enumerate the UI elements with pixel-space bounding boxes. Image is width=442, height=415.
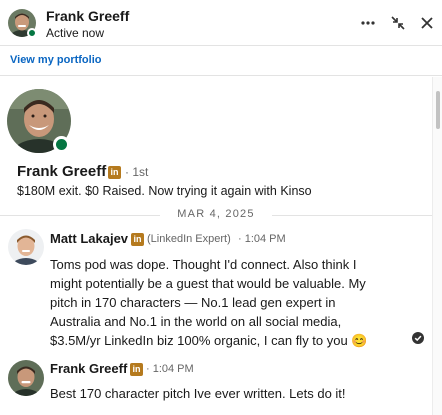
chat-header: Frank Greeff Active now xyxy=(0,0,442,46)
sender-badge: (LinkedIn Expert) xyxy=(147,233,231,245)
message-line: pitch in 170 characters — No.1 lead gen … xyxy=(50,295,336,310)
scrollbar[interactable] xyxy=(432,77,442,415)
sender-name[interactable]: Frank Greeff xyxy=(50,361,127,376)
header-avatar[interactable] xyxy=(8,9,37,38)
sender-avatar[interactable] xyxy=(8,360,44,396)
header-status: Active now xyxy=(46,26,105,40)
linkedin-premium-icon: in xyxy=(130,363,143,376)
more-options-button[interactable] xyxy=(358,13,378,33)
message-line: Best 170 character pitch Ive ever writte… xyxy=(50,386,346,401)
message-line: Australia and No.1 in the world on all s… xyxy=(50,314,342,329)
divider-line-left xyxy=(0,215,160,216)
message-time: · 1:04 PM xyxy=(238,233,286,245)
message-body: Best 170 character pitch Ive ever writte… xyxy=(50,384,346,403)
linkedin-premium-icon: in xyxy=(131,233,144,246)
view-portfolio-link[interactable]: View my portfolio xyxy=(10,54,101,66)
divider-line-right xyxy=(272,215,432,216)
close-button[interactable] xyxy=(417,13,437,33)
message-body: Toms pod was dope. Thought I'd connect. … xyxy=(50,255,368,350)
date-divider: MAR 4, 2025 xyxy=(160,208,272,220)
profile-name[interactable]: Frank Greeff xyxy=(17,163,106,180)
close-icon xyxy=(421,17,433,29)
read-receipt-icon xyxy=(412,332,424,344)
sender-name[interactable]: Matt Lakajev xyxy=(50,231,128,246)
message-line: $3.5M/yr LinkedIn biz 100% organic, I ca… xyxy=(50,333,368,348)
linkedin-premium-icon: in xyxy=(108,166,121,179)
ellipsis-icon xyxy=(361,21,375,25)
header-name[interactable]: Frank Greeff xyxy=(46,8,129,24)
profile-avatar[interactable] xyxy=(7,89,71,153)
profile-headline: $180M exit. $0 Raised. Now trying it aga… xyxy=(17,184,312,198)
minimize-button[interactable] xyxy=(388,13,408,33)
portfolio-bar: View my portfolio xyxy=(0,46,442,76)
online-status-dot xyxy=(27,28,37,38)
message-time: · 1:04 PM xyxy=(146,363,194,375)
connection-degree: · 1st xyxy=(125,165,149,179)
collapse-arrows-icon xyxy=(391,16,405,30)
online-status-dot xyxy=(53,136,70,153)
scroll-thumb[interactable] xyxy=(436,91,440,129)
sender-avatar[interactable] xyxy=(8,229,44,265)
message-line: might potentially be a guest that would … xyxy=(50,276,366,291)
message-line: Toms pod was dope. Thought I'd connect. … xyxy=(50,257,357,272)
